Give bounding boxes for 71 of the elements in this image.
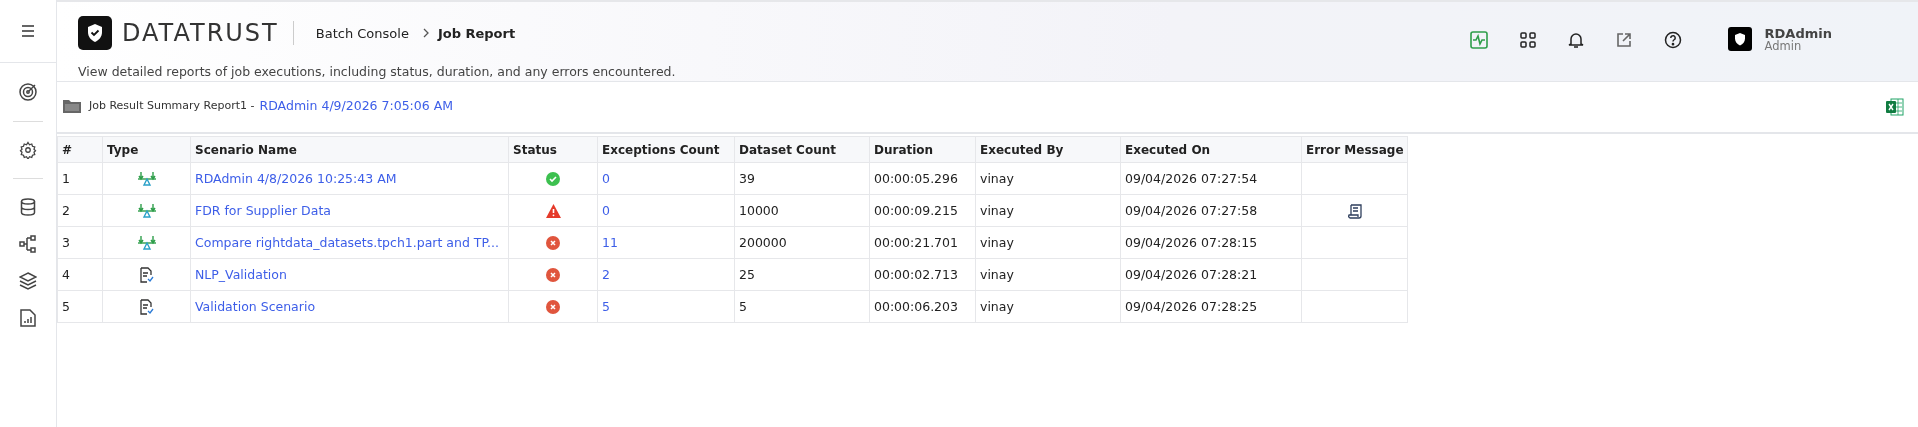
external-link-icon[interactable] [1615, 31, 1632, 48]
breadcrumb-item[interactable]: Batch Console [315, 25, 409, 41]
table-cell: 5 [734, 290, 870, 323]
table-cell: 09/04/2026 07:28:15 [1120, 226, 1302, 259]
table-cell: 00:00:02.713 [869, 258, 976, 291]
user-name: RDAdmin [1764, 26, 1832, 41]
table-cell: 09/04/2026 07:28:21 [1120, 258, 1302, 291]
user-role: Admin [1764, 40, 1803, 53]
column-header[interactable]: # [57, 136, 103, 163]
table-cell: 09/04/2026 07:27:54 [1120, 162, 1302, 195]
exceptions-link[interactable]: 0 [597, 162, 735, 195]
table-cell: 00:00:05.296 [869, 162, 976, 195]
column-header[interactable]: Scenario Name [190, 136, 509, 163]
column-header[interactable]: Executed By [975, 136, 1121, 163]
exceptions-link[interactable]: 0 [597, 194, 735, 227]
exceptions-link[interactable]: 2 [597, 258, 735, 291]
brand-name: DATATRUST [122, 19, 279, 47]
hierarchy-icon[interactable] [19, 235, 37, 253]
table-cell: vinay [975, 258, 1121, 291]
table-cell: vinay [975, 226, 1121, 259]
scroll-icon[interactable] [1347, 203, 1362, 219]
logo-icon [78, 16, 112, 50]
menu-icon[interactable] [21, 25, 35, 37]
table-cell: 4 [57, 258, 103, 291]
report-run-link[interactable]: RDAdmin 4/9/2026 7:05:06 AM [259, 97, 454, 113]
exceptions-link[interactable]: 5 [597, 290, 735, 323]
report-icon[interactable] [20, 309, 36, 327]
table-cell: 00:00:09.215 [869, 194, 976, 227]
help-icon[interactable] [1663, 30, 1682, 49]
table-cell: 200000 [734, 226, 870, 259]
layers-icon[interactable] [19, 272, 37, 290]
table-cell: vinay [975, 194, 1121, 227]
activity-icon[interactable] [1469, 30, 1488, 49]
scenario-link[interactable]: Compare rightdata_datasets.tpch1.part and TP... [190, 226, 509, 259]
scenario-link[interactable]: Validation Scenario [190, 290, 509, 323]
column-header[interactable]: Duration [869, 136, 976, 163]
table-cell: vinay [975, 290, 1121, 323]
table-cell: vinay [975, 162, 1121, 195]
page-description: View detailed reports of job executions, including status, duration, and any errors encountered. [78, 64, 676, 79]
column-header[interactable]: Exceptions Count [597, 136, 735, 163]
folder-icon [63, 97, 81, 113]
table-cell: 1 [57, 162, 103, 195]
column-header[interactable]: Executed On [1120, 136, 1302, 163]
report-title: Job Result Summary Report1 - [89, 98, 255, 112]
column-header[interactable]: Type [102, 136, 191, 163]
bell-icon[interactable] [1567, 30, 1584, 49]
column-header[interactable]: Status [508, 136, 598, 163]
excel-icon[interactable] [1886, 98, 1904, 116]
table-cell: 09/04/2026 07:28:25 [1120, 290, 1302, 323]
avatar-icon[interactable] [1727, 27, 1752, 52]
column-header[interactable]: Error Message [1301, 136, 1408, 163]
exceptions-link[interactable]: 11 [597, 226, 735, 259]
settings-icon[interactable] [19, 141, 37, 159]
scenario-link[interactable]: FDR for Supplier Data [190, 194, 509, 227]
scenario-link[interactable]: NLP_Validation [190, 258, 509, 291]
table-cell: 00:00:21.701 [869, 226, 976, 259]
table-cell: 2 [57, 194, 103, 227]
chevron-icon [422, 28, 430, 38]
table-cell: 09/04/2026 07:27:58 [1120, 194, 1302, 227]
table-cell: 10000 [734, 194, 870, 227]
grid-icon[interactable] [1519, 31, 1536, 48]
table-cell: 25 [734, 258, 870, 291]
scenario-link[interactable]: RDAdmin 4/8/2026 10:25:43 AM [190, 162, 509, 195]
database-icon[interactable] [20, 198, 36, 216]
breadcrumb-item: Job Report [437, 25, 516, 41]
table-cell: 5 [57, 290, 103, 323]
table-cell: 3 [57, 226, 103, 259]
target-icon[interactable] [18, 82, 38, 102]
column-header[interactable]: Dataset Count [734, 136, 870, 163]
table-cell: 00:00:06.203 [869, 290, 976, 323]
table-cell: 39 [734, 162, 870, 195]
